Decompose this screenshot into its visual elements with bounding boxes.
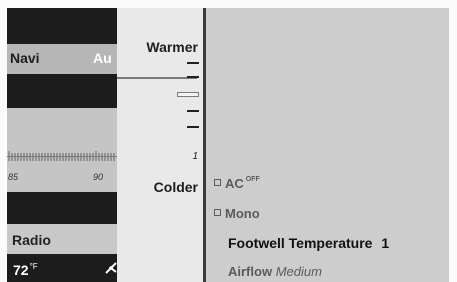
ac-label: AC [225, 176, 244, 191]
radio-label[interactable]: Radio [12, 232, 51, 248]
fan-icon [105, 262, 117, 274]
band [7, 108, 117, 136]
level-tick [187, 62, 199, 64]
level-tick [187, 76, 199, 78]
ac-state: OFF [245, 176, 260, 183]
level-pointer [117, 77, 197, 79]
temperature-value: 72 [13, 262, 29, 278]
band [7, 74, 117, 108]
navi-extra-label: Au [93, 50, 112, 66]
band [7, 8, 117, 44]
ac-checkbox[interactable] [214, 179, 221, 186]
footwell-value: 1 [381, 235, 390, 251]
menu-item-ac[interactable]: AC OFF [214, 176, 260, 191]
level-tick [187, 126, 199, 128]
mono-label: Mono [225, 206, 260, 221]
scale-label-right: 90 [93, 172, 104, 182]
level-tick [187, 110, 199, 112]
band [7, 192, 117, 224]
climate-screen: Navi Au 85 90 Radio 72°F Warmer 1 Colder… [7, 8, 449, 282]
scale-label-left: 85 [8, 172, 19, 182]
ruler-line [7, 156, 117, 157]
menu-item-mono[interactable]: Mono [214, 206, 260, 221]
airflow-label: Airflow [228, 264, 273, 279]
current-level-marker [177, 92, 199, 97]
temperature-readout: 72°F [13, 262, 38, 278]
temperature-slider[interactable]: Warmer 1 Colder [117, 8, 206, 282]
colder-label: Colder [153, 179, 198, 195]
warmer-label: Warmer [146, 39, 198, 55]
menu-item-footwell-temperature[interactable]: Footwell Temperature 1 [228, 235, 389, 251]
navi-label[interactable]: Navi [10, 50, 40, 66]
airflow-value: Medium [275, 264, 322, 279]
climate-menu: AC OFF Mono Footwell Temperature 1 Airflo… [206, 8, 449, 282]
status-column: Navi Au 85 90 Radio 72°F [7, 8, 117, 282]
level-number: 1 [192, 151, 198, 162]
temperature-unit: °F [29, 262, 38, 271]
mono-checkbox[interactable] [214, 209, 221, 216]
menu-item-airflow[interactable]: Airflow Medium [228, 264, 322, 279]
footwell-label: Footwell Temperature [228, 235, 373, 251]
